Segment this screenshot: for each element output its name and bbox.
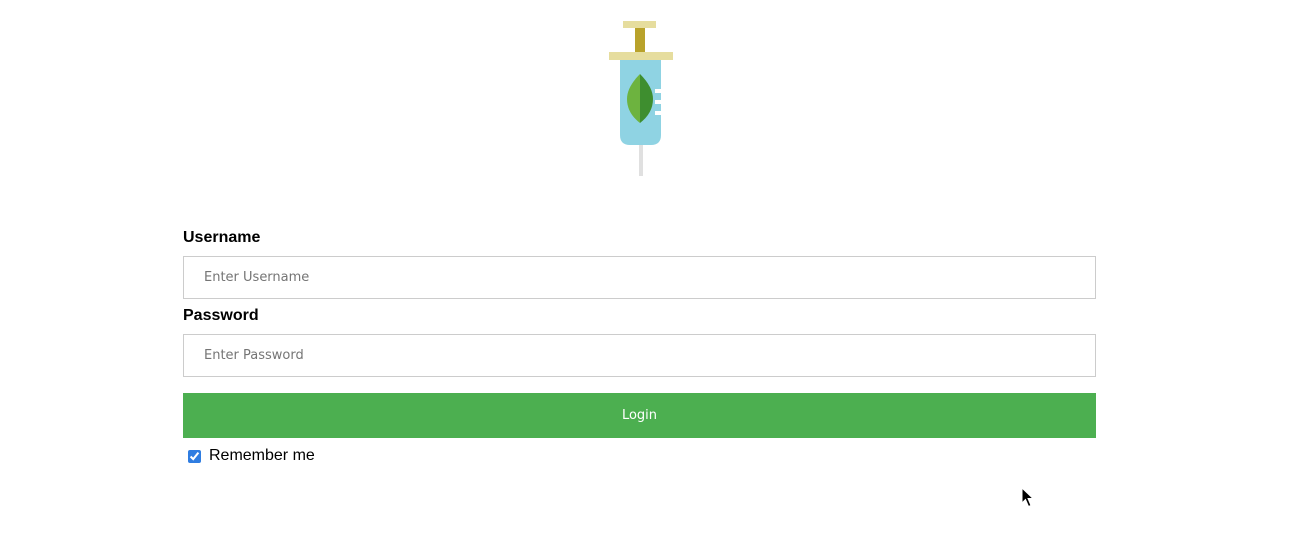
username-label: Username [183,229,261,246]
password-label: Password [183,307,259,324]
mouse-cursor-icon [1021,487,1035,508]
remember-me-row: Remember me [183,447,1096,465]
login-form: Username Password Login Remember me [183,228,1096,465]
username-input[interactable] [183,256,1096,299]
login-button[interactable]: Login [183,393,1096,438]
syringe-leaf-icon [609,21,673,176]
remember-me-label: Remember me [209,447,315,464]
password-input[interactable] [183,334,1096,377]
remember-me-checkbox[interactable] [188,449,201,463]
login-page: Username Password Login Remember me [0,0,1295,552]
